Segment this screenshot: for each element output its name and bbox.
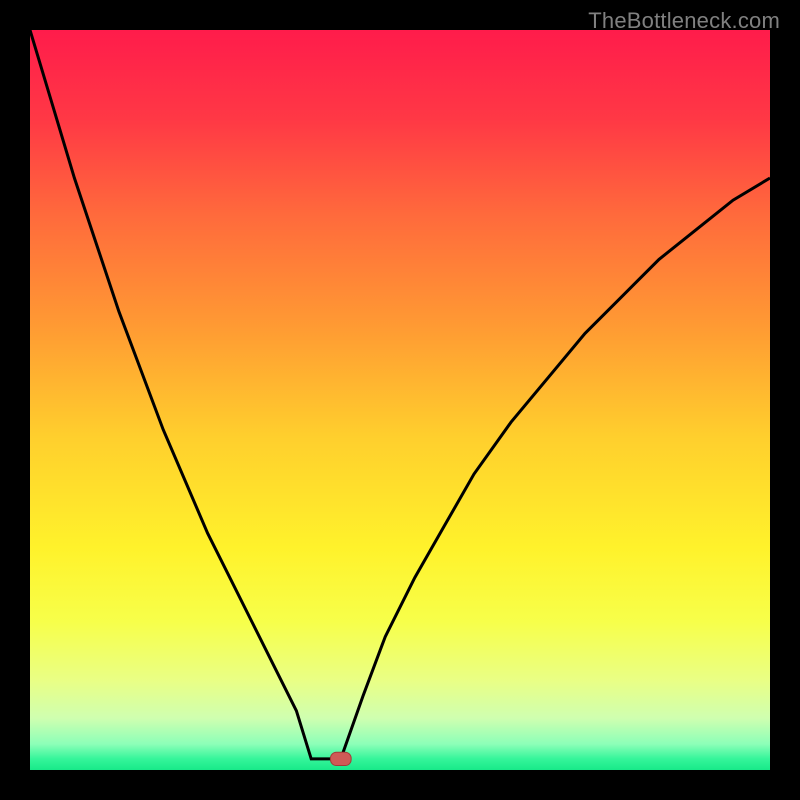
gradient-background xyxy=(30,30,770,770)
plot-area xyxy=(30,30,770,770)
chart-frame: TheBottleneck.com xyxy=(0,0,800,800)
watermark-text: TheBottleneck.com xyxy=(588,8,780,34)
optimal-point-marker xyxy=(330,752,351,765)
bottleneck-curve-chart xyxy=(30,30,770,770)
